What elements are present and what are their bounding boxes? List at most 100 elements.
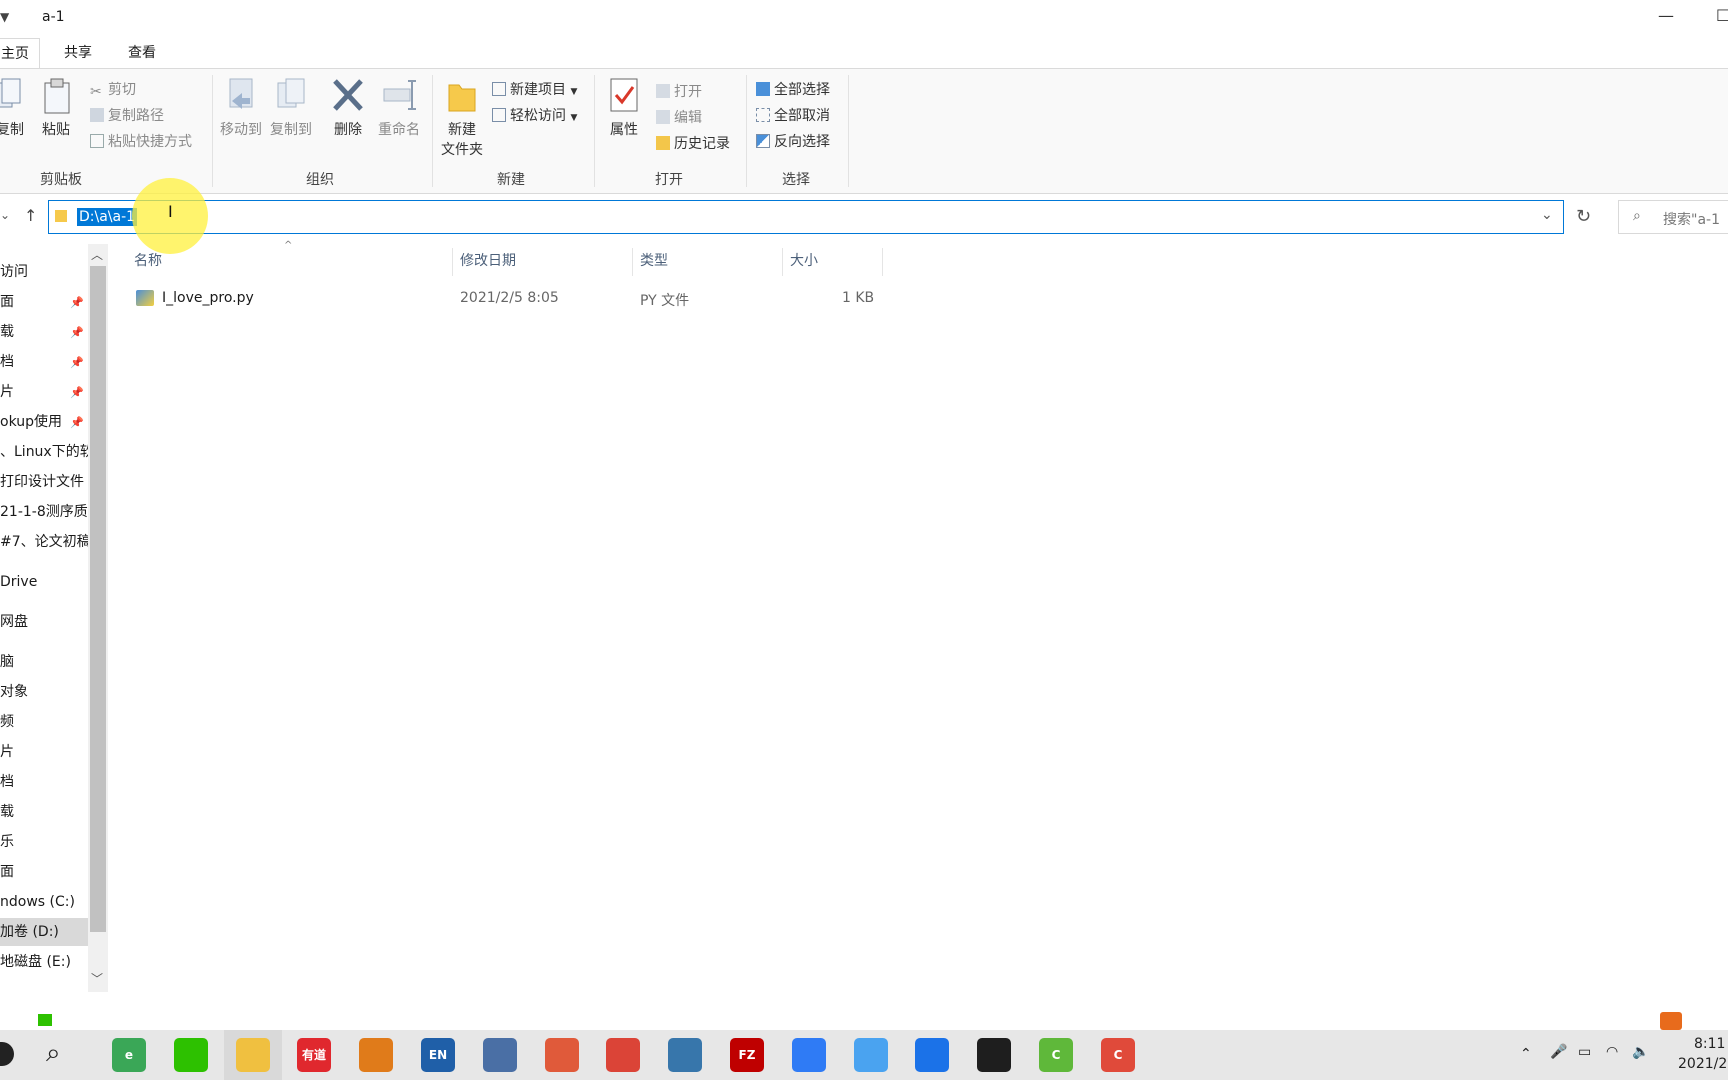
- column-divider[interactable]: [632, 248, 633, 276]
- invert-selection-button[interactable]: 反向选择: [756, 131, 830, 151]
- pin-icon[interactable]: 📌: [70, 416, 84, 429]
- column-divider[interactable]: [452, 248, 453, 276]
- nav-item[interactable]: 地磁盘 (E:): [0, 948, 88, 976]
- properties-button[interactable]: 属性: [604, 77, 644, 139]
- column-name[interactable]: 名称: [134, 250, 162, 270]
- recent-dropdown-icon[interactable]: ⌄: [0, 208, 10, 222]
- volume-icon[interactable]: 🔈: [1632, 1044, 1649, 1060]
- easy-access-button[interactable]: 轻松访问 ▼: [492, 105, 577, 125]
- nav-item[interactable]: 乐: [0, 828, 88, 856]
- column-date[interactable]: 修改日期: [460, 250, 516, 270]
- copy-to-button[interactable]: 复制到: [268, 77, 314, 139]
- search-icon[interactable]: ⌕: [46, 1038, 61, 1069]
- microphone-icon[interactable]: 🎤: [1550, 1044, 1567, 1060]
- explorer-icon[interactable]: [236, 1038, 270, 1072]
- battery-icon[interactable]: ▭: [1578, 1044, 1591, 1060]
- ie-icon[interactable]: e: [112, 1038, 146, 1072]
- en-icon[interactable]: EN: [421, 1038, 455, 1072]
- scroll-up-icon[interactable]: ︿: [91, 246, 103, 263]
- column-size[interactable]: 大小: [790, 250, 818, 270]
- minimize-button[interactable]: —: [1658, 6, 1674, 25]
- tray-expand-icon[interactable]: ⌃: [1520, 1046, 1532, 1062]
- nav-item[interactable]: 对象: [0, 678, 88, 706]
- youdao-icon[interactable]: 有道: [297, 1038, 331, 1072]
- history-button[interactable]: 历史记录: [656, 133, 730, 153]
- nav-item[interactable]: ndows (C:): [0, 888, 88, 916]
- delete-button[interactable]: 删除: [328, 77, 368, 139]
- nav-item[interactable]: #7、论文初稿: [0, 528, 88, 556]
- nav-item[interactable]: Drive: [0, 568, 88, 596]
- pin-icon[interactable]: 📌: [70, 326, 84, 339]
- terminal-icon[interactable]: [977, 1038, 1011, 1072]
- baidunetdisk-icon[interactable]: [854, 1038, 888, 1072]
- select-all-button[interactable]: 全部选择: [756, 79, 830, 99]
- column-divider[interactable]: [782, 248, 783, 276]
- python-icon[interactable]: [668, 1038, 702, 1072]
- pin-icon[interactable]: 📌: [70, 296, 84, 309]
- nav-item[interactable]: 脑: [0, 648, 88, 676]
- wechat-icon[interactable]: [174, 1038, 208, 1072]
- network-icon[interactable]: [483, 1038, 517, 1072]
- search-tool-icon[interactable]: [359, 1038, 393, 1072]
- nav-item[interactable]: 打印设计文件: [0, 468, 88, 496]
- new-item-icon: [492, 82, 506, 96]
- pin-icon[interactable]: 📌: [70, 356, 84, 369]
- sogou-ime-icon[interactable]: [1660, 1012, 1682, 1030]
- nav-item[interactable]: 档: [0, 768, 88, 796]
- address-path[interactable]: D:\a\a-1: [77, 208, 138, 226]
- nav-item[interactable]: 访问: [0, 258, 88, 286]
- ribbon-tabs: 主页 共享 查看: [0, 38, 1728, 69]
- feishu-icon[interactable]: [792, 1038, 826, 1072]
- nav-item[interactable]: 、Linux下的软: [0, 438, 88, 466]
- tab-share[interactable]: 共享: [54, 38, 102, 68]
- start-button[interactable]: [0, 1042, 14, 1066]
- tab-view[interactable]: 查看: [118, 38, 166, 68]
- rename-button[interactable]: 重命名: [376, 77, 422, 139]
- scroll-down-icon[interactable]: ﹀: [91, 970, 103, 987]
- search-box[interactable]: ⌕ 搜索"a-1: [1618, 200, 1728, 234]
- wifi-icon[interactable]: ◠: [1606, 1044, 1618, 1060]
- open-button[interactable]: 打开: [656, 81, 702, 101]
- move-to-button[interactable]: 移动到: [218, 77, 264, 139]
- maximize-button[interactable]: ☐: [1716, 6, 1728, 25]
- clock-time[interactable]: 8:11: [1694, 1036, 1725, 1052]
- edit-button[interactable]: 编辑: [656, 107, 702, 127]
- select-none-button[interactable]: 全部取消: [756, 105, 830, 125]
- pin-icon[interactable]: 📌: [70, 386, 84, 399]
- new-item-button[interactable]: 新建项目 ▼: [492, 79, 577, 99]
- up-arrow-icon[interactable]: ↑: [24, 206, 37, 225]
- nav-scrollbar-thumb[interactable]: [90, 266, 106, 932]
- quick-access-dropdown-icon[interactable]: ▼: [0, 10, 9, 24]
- address-bar[interactable]: D:\a\a-1 ⌄: [48, 200, 1564, 234]
- file-name: I_love_pro.py: [162, 290, 254, 306]
- column-divider[interactable]: [882, 248, 883, 276]
- chrome-icon[interactable]: [606, 1038, 640, 1072]
- column-type[interactable]: 类型: [640, 250, 668, 270]
- select-all-label: 全部选择: [774, 82, 830, 98]
- copy-to-icon: [277, 78, 305, 108]
- nav-item[interactable]: 加卷 (D:): [0, 918, 88, 946]
- camtasia-green-icon[interactable]: C: [1039, 1038, 1073, 1072]
- filezilla-icon[interactable]: FZ: [730, 1038, 764, 1072]
- snail-icon[interactable]: [545, 1038, 579, 1072]
- nav-item[interactable]: 面: [0, 858, 88, 886]
- nav-item[interactable]: 网盘: [0, 608, 88, 636]
- clock-date[interactable]: 2021/2: [1678, 1056, 1727, 1072]
- tencent-meeting-icon[interactable]: [915, 1038, 949, 1072]
- copy-button[interactable]: 复制: [0, 77, 24, 139]
- address-dropdown-icon[interactable]: ⌄: [1541, 207, 1553, 223]
- copy-path-button[interactable]: 复制路径: [90, 105, 164, 125]
- nav-item[interactable]: 载: [0, 798, 88, 826]
- select-none-icon: [756, 108, 770, 122]
- new-folder-button[interactable]: 新建 文件夹: [438, 77, 486, 159]
- file-row[interactable]: I_love_pro.py 2021/2/5 8:05 PY 文件 1 KB: [130, 284, 884, 314]
- paste-button[interactable]: 粘贴: [40, 77, 74, 139]
- paste-shortcut-button[interactable]: 粘贴快捷方式: [90, 131, 192, 151]
- nav-item[interactable]: 频: [0, 708, 88, 736]
- tab-home[interactable]: 主页: [0, 38, 40, 69]
- nav-item[interactable]: 21-1-8测序质: [0, 498, 88, 526]
- cut-button[interactable]: ✂ 剪切: [90, 79, 136, 100]
- nav-item[interactable]: 片: [0, 738, 88, 766]
- camtasia-red-icon[interactable]: C: [1101, 1038, 1135, 1072]
- refresh-icon[interactable]: ↻: [1576, 206, 1591, 227]
